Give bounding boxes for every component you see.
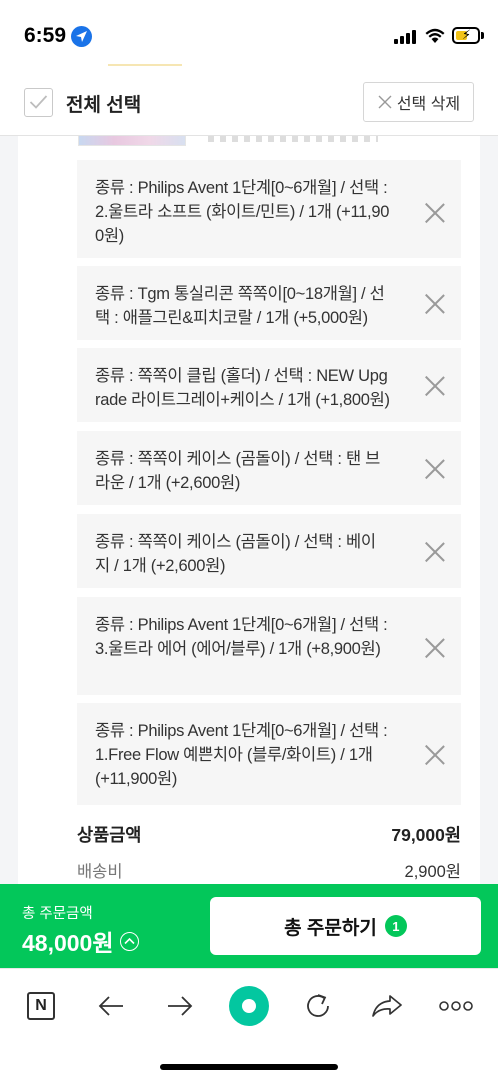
delete-selected-label: 선택 삭제 xyxy=(396,96,461,113)
option-item: 종류 : Philips Avent 1단계[0~6개월] / 선택 : 1.F… xyxy=(77,703,461,805)
forward-button[interactable] xyxy=(155,983,205,1029)
more-button[interactable] xyxy=(431,983,481,1029)
battery-tip xyxy=(481,32,484,39)
option-text: 종류 : Tgm 통실리콘 쪽쪽이[0~18개월] / 선택 : 애플그린&피치… xyxy=(95,285,385,327)
total-amount-toggle[interactable]: 48,000원 xyxy=(22,924,139,958)
order-all-button[interactable]: 총 주문하기 1 xyxy=(210,897,481,955)
home-button[interactable] xyxy=(224,983,274,1029)
wifi-icon xyxy=(425,28,445,43)
option-remove-icon[interactable] xyxy=(425,638,445,658)
total-amount-value: 48,000원 xyxy=(22,930,114,956)
total-amount-label: 총 주문금액 xyxy=(22,906,93,922)
option-item: 종류 : 쪽쪽이 클립 (홀더) / 선택 : NEW Upgrade 라이트그… xyxy=(77,348,461,422)
cart-item-card: 종류 : Philips Avent 1단계[0~6개월] / 선택 : 2.울… xyxy=(18,136,480,896)
option-remove-icon[interactable] xyxy=(425,542,445,562)
naver-icon: N xyxy=(27,992,55,1020)
option-text: 종류 : Philips Avent 1단계[0~6개월] / 선택 : 3.울… xyxy=(95,616,388,658)
back-button[interactable] xyxy=(86,983,136,1029)
product-thumbnail xyxy=(78,136,186,146)
option-remove-icon[interactable] xyxy=(425,745,445,765)
home-circle-icon xyxy=(229,986,269,1026)
select-bar: 전체 선택 선택 삭제 xyxy=(0,70,498,136)
share-button[interactable] xyxy=(362,983,412,1029)
option-item: 종류 : Philips Avent 1단계[0~6개월] / 선택 : 2.울… xyxy=(77,160,461,258)
product-amount-value: 79,000원 xyxy=(391,825,461,845)
naver-button[interactable]: N xyxy=(16,983,66,1029)
refresh-icon xyxy=(307,994,329,1017)
order-count-badge: 1 xyxy=(384,915,407,937)
status-time: 6:59 xyxy=(24,24,67,47)
option-item: 종류 : Tgm 통실리콘 쪽쪽이[0~18개월] / 선택 : 애플그린&피치… xyxy=(77,266,461,340)
option-item: 종류 : 쪽쪽이 케이스 (곰돌이) / 선택 : 베이지 / 1개 (+2,6… xyxy=(77,514,461,588)
close-icon xyxy=(378,95,392,109)
location-arrow-icon xyxy=(71,26,92,47)
select-all-label[interactable]: 전체 선택 xyxy=(66,90,141,117)
refresh-button[interactable] xyxy=(293,983,343,1029)
tab-indicator xyxy=(108,64,182,66)
chevron-up-icon xyxy=(119,931,139,951)
order-all-label: 총 주문하기 xyxy=(284,917,377,939)
option-remove-icon[interactable] xyxy=(425,376,445,396)
option-remove-icon[interactable] xyxy=(425,294,445,314)
shipping-row: 배송비 2,900원 xyxy=(77,858,461,882)
option-remove-icon[interactable] xyxy=(425,459,445,479)
option-item: 종류 : Philips Avent 1단계[0~6개월] / 선택 : 3.울… xyxy=(77,597,461,695)
option-item: 종류 : 쪽쪽이 케이스 (곰돌이) / 선택 : 탠 브라운 / 1개 (+2… xyxy=(77,431,461,505)
check-icon xyxy=(29,95,48,109)
share-icon xyxy=(372,995,402,1017)
option-remove-icon[interactable] xyxy=(425,203,445,223)
product-amount-row: 상품금액 79,000원 xyxy=(77,822,461,847)
status-bar: 6:59 ⚡ xyxy=(0,0,498,70)
battery-icon: ⚡ xyxy=(452,27,480,44)
option-text: 종류 : 쪽쪽이 케이스 (곰돌이) / 선택 : 탠 브라운 / 1개 (+2… xyxy=(95,450,381,492)
shipping-label: 배송비 xyxy=(77,863,123,881)
home-indicator xyxy=(160,1064,338,1070)
option-text: 종류 : 쪽쪽이 클립 (홀더) / 선택 : NEW Upgrade 라이트그… xyxy=(95,367,390,409)
product-name-cut xyxy=(208,136,378,142)
option-text: 종류 : Philips Avent 1단계[0~6개월] / 선택 : 2.울… xyxy=(95,179,390,245)
forward-arrow-icon xyxy=(168,996,193,1016)
order-bar: 총 주문금액 48,000원 총 주문하기 1 xyxy=(0,884,498,968)
cellular-signal-icon xyxy=(394,30,416,44)
delete-selected-button[interactable]: 선택 삭제 xyxy=(363,82,474,122)
option-text: 종류 : Philips Avent 1단계[0~6개월] / 선택 : 1.F… xyxy=(95,722,388,788)
more-icon xyxy=(439,1001,473,1011)
option-text: 종류 : 쪽쪽이 케이스 (곰돌이) / 선택 : 베이지 / 1개 (+2,6… xyxy=(95,533,376,575)
shipping-value: 2,900원 xyxy=(404,863,461,881)
select-all-checkbox[interactable] xyxy=(24,88,53,117)
back-arrow-icon xyxy=(98,996,123,1016)
product-amount-label: 상품금액 xyxy=(77,825,142,845)
